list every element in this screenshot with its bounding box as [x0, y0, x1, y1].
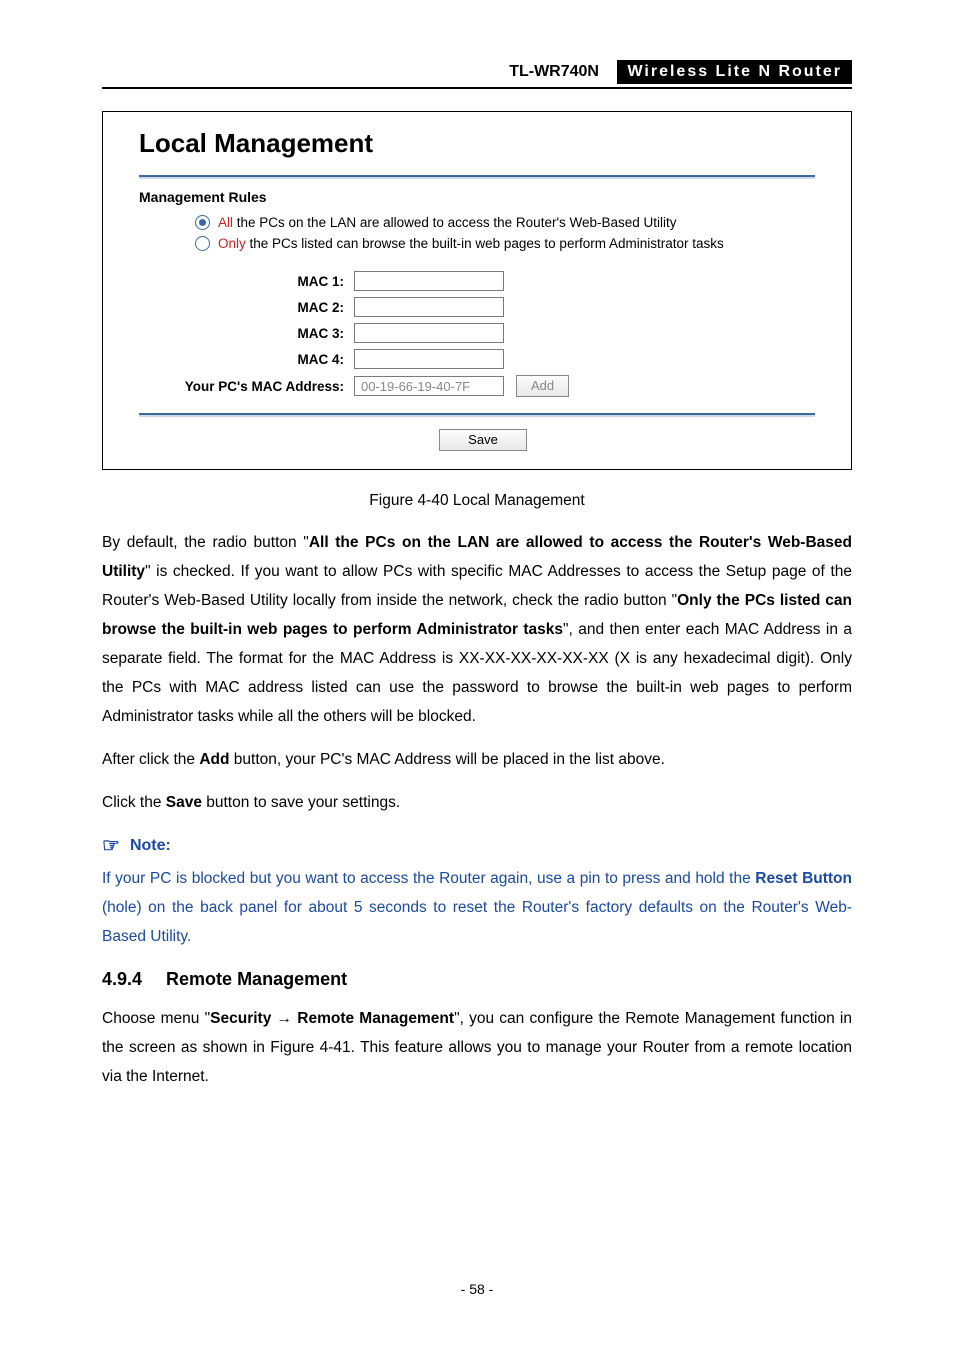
your-mac-input[interactable]: 00-19-66-19-40-7F [354, 376, 504, 396]
subheading: Management Rules [139, 189, 815, 205]
radio1-highlight: All [218, 215, 233, 230]
radio-only-listed[interactable]: Only the PCs listed can browse the built… [195, 236, 815, 251]
mac-row-1: MAC 1: [139, 271, 815, 291]
mac4-label: MAC 4: [139, 352, 354, 367]
note-body: If your PC is blocked but you want to ac… [102, 864, 852, 951]
model-number: TL-WR740N [503, 61, 607, 82]
paragraph-save-button: Click the Save button to save your setti… [102, 788, 852, 817]
radio-icon [195, 236, 210, 251]
radio2-highlight: Only [218, 236, 246, 251]
radio-icon [195, 215, 210, 230]
mac1-input[interactable] [354, 271, 504, 291]
mac3-input[interactable] [354, 323, 504, 343]
radio2-text: the PCs listed can browse the built-in w… [246, 236, 724, 251]
page-number: - 58 - [0, 1281, 954, 1297]
pointing-hand-icon: ☞ [102, 833, 120, 858]
paragraph-remote-management: Choose menu "Security → Remote Managemen… [102, 1004, 852, 1091]
mac2-label: MAC 2: [139, 300, 354, 315]
mac-row-3: MAC 3: [139, 323, 815, 343]
radio1-text: the PCs on the LAN are allowed to access… [233, 215, 677, 230]
mac-row-4: MAC 4: [139, 349, 815, 369]
mac-row-2: MAC 2: [139, 297, 815, 317]
divider [139, 175, 815, 177]
divider [139, 413, 815, 415]
note-heading: ☞ Note: [102, 833, 852, 858]
section-heading: 4.9.4 Remote Management [102, 969, 852, 990]
local-management-screenshot: Local Management Management Rules All th… [102, 111, 852, 470]
mac1-label: MAC 1: [139, 274, 354, 289]
section-number: 4.9.4 [102, 969, 142, 989]
section-title: Remote Management [166, 969, 347, 989]
mac2-input[interactable] [354, 297, 504, 317]
mac4-input[interactable] [354, 349, 504, 369]
add-button[interactable]: Add [516, 375, 569, 397]
paragraph-default-radio: By default, the radio button "All the PC… [102, 528, 852, 731]
panel-title: Local Management [139, 128, 815, 159]
your-mac-row: Your PC's MAC Address: 00-19-66-19-40-7F… [139, 375, 815, 397]
mac3-label: MAC 3: [139, 326, 354, 341]
radio-allow-all[interactable]: All the PCs on the LAN are allowed to ac… [195, 215, 815, 230]
your-mac-label: Your PC's MAC Address: [139, 379, 354, 394]
paragraph-add-button: After click the Add button, your PC's MA… [102, 745, 852, 774]
save-button[interactable]: Save [439, 429, 527, 451]
figure-caption: Figure 4-40 Local Management [0, 492, 954, 510]
product-name: Wireless Lite N Router [617, 60, 852, 84]
page-header: TL-WR740N Wireless Lite N Router [102, 60, 852, 89]
